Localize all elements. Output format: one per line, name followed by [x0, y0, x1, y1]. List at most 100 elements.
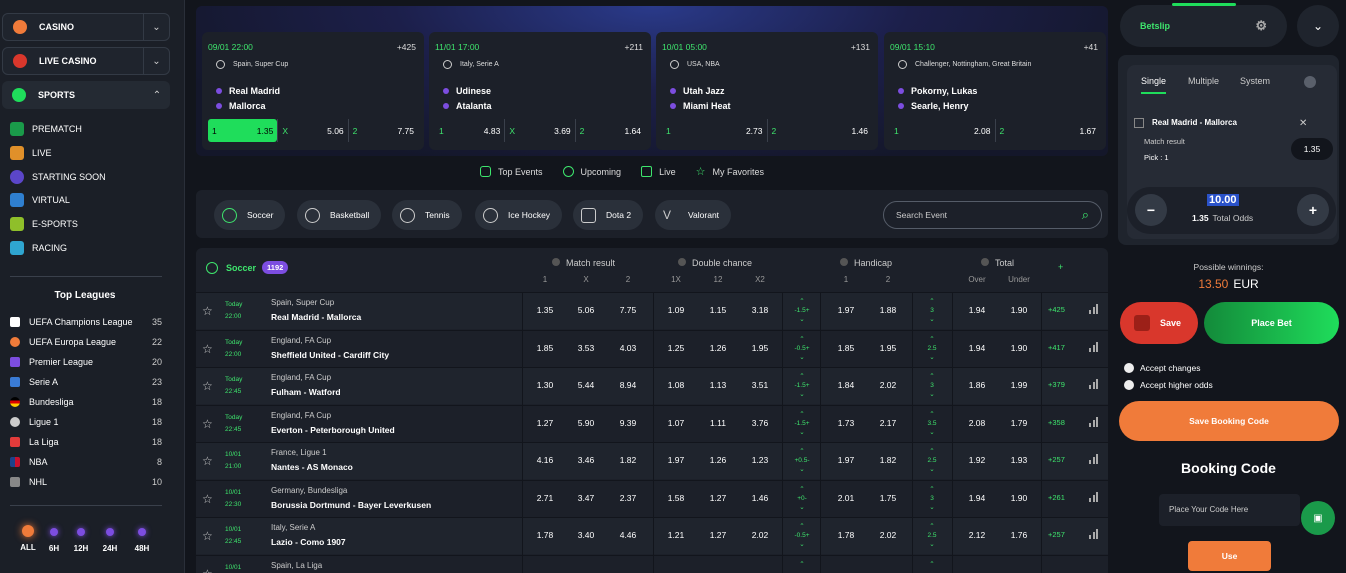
tab-live[interactable]: Live — [641, 165, 676, 178]
sport-valorant[interactable]: V Valorant — [655, 200, 732, 230]
odd-cell[interactable]: 1.92 — [962, 455, 992, 465]
odd-cell[interactable]: 4.03 — [613, 343, 643, 353]
more-markets[interactable]: +257 — [1048, 455, 1065, 464]
time-filter-24h[interactable]: 24H — [97, 528, 123, 553]
odd-cell[interactable]: 3.76 — [745, 418, 775, 428]
star-icon[interactable]: ☆ — [202, 380, 214, 392]
odd-cell[interactable]: 1.78 — [831, 530, 861, 540]
odd-cell[interactable]: 1.76 — [1004, 530, 1034, 540]
time-filter-48h[interactable]: 48H — [129, 528, 155, 553]
star-icon[interactable]: ☆ — [202, 305, 214, 317]
chevron-up-icon[interactable]: ⌃ — [144, 82, 170, 108]
league-item[interactable]: Bundesliga 18 — [10, 397, 162, 407]
odd-cell[interactable]: 4.46 — [613, 530, 643, 540]
star-icon[interactable]: ☆ — [202, 530, 214, 542]
league-item[interactable]: NBA 8 — [10, 457, 162, 467]
nav-casino[interactable]: CASINO ⌄ — [2, 13, 170, 41]
table-row[interactable]: ☆ Today 22:00 Spain, Super Cup Real Madrid -… — [196, 292, 1108, 329]
odd-cell[interactable]: 5.06 — [571, 305, 601, 315]
odd-cell[interactable]: 7.75 — [613, 305, 643, 315]
league-item[interactable]: Ligue 1 18 — [10, 417, 162, 427]
nav-sports[interactable]: SPORTS ⌃ — [2, 81, 170, 109]
odd-cell[interactable]: 1.35 — [530, 305, 560, 315]
sidebar-item-live[interactable]: LIVE — [10, 146, 52, 160]
odd-cell[interactable]: 1.94 — [962, 343, 992, 353]
gear-icon[interactable]: ⚙ — [1255, 18, 1267, 34]
use-button[interactable]: Use — [1188, 541, 1271, 571]
odd-cell[interactable]: 1.25 — [661, 343, 691, 353]
table-row[interactable]: ☆ Today 22:45 England, FA Cup Fulham - Watfo… — [196, 367, 1108, 404]
odd-cell[interactable]: 5.90 — [571, 418, 601, 428]
tab-upcoming[interactable]: Upcoming — [562, 165, 621, 178]
more-markets[interactable]: +261 — [1048, 493, 1065, 502]
odd-cell[interactable]: 2.02 — [873, 530, 903, 540]
tab-system[interactable]: System — [1240, 76, 1270, 86]
odd-button[interactable]: 2 1.67 — [994, 119, 1101, 142]
odd-cell[interactable]: 1.07 — [661, 418, 691, 428]
time-filter-6h[interactable]: 6H — [41, 528, 67, 553]
odd-cell[interactable]: 2.37 — [613, 493, 643, 503]
odd-cell[interactable]: 5.44 — [571, 380, 601, 390]
more-markets[interactable]: +425 — [1048, 305, 1065, 314]
handicap-line[interactable]: ⌃ -1.5+ ⌄ — [792, 372, 812, 399]
event-teams[interactable]: Everton - Peterborough United — [271, 425, 395, 435]
odd-cell[interactable]: 2.02 — [873, 380, 903, 390]
sport-tennis[interactable]: Tennis — [392, 200, 462, 230]
odd-button[interactable]: 2 1.46 — [766, 119, 873, 142]
star-icon[interactable]: ☆ — [202, 455, 214, 467]
handicap-line[interactable]: ⌃ +0- ⌄ — [792, 485, 812, 512]
odd-button[interactable]: 1 2.08 — [890, 119, 995, 142]
odd-cell[interactable]: 1.86 — [962, 380, 992, 390]
odd-cell[interactable]: 1.79 — [1004, 418, 1034, 428]
close-icon[interactable]: ✕ — [1299, 118, 1307, 129]
odd-cell[interactable]: 1.58 — [661, 493, 691, 503]
search-icon[interactable]: ⌕ — [1082, 207, 1089, 223]
odd-cell[interactable]: 1.21 — [661, 530, 691, 540]
odd-cell[interactable]: 2.02 — [745, 530, 775, 540]
total-line[interactable]: ⌃ 2.5 ⌄ — [922, 335, 942, 362]
odd-button[interactable]: 1 2.73 — [662, 119, 767, 142]
booking-code-input[interactable]: Place Your Code Here — [1159, 494, 1300, 526]
accept-higher-odds-radio[interactable]: Accept higher odds — [1124, 380, 1213, 390]
odd-cell[interactable]: 1.90 — [1004, 343, 1034, 353]
odd-cell[interactable]: 1.94 — [962, 493, 992, 503]
time-filter-12h[interactable]: 12H — [68, 528, 94, 553]
odd-cell[interactable]: 2.12 — [962, 530, 992, 540]
chevron-down-icon[interactable]: ⌄ — [1297, 5, 1339, 47]
odd-cell[interactable]: 1.99 — [1004, 380, 1034, 390]
search-input[interactable]: Search Event ⌕ — [883, 201, 1102, 229]
odd-cell[interactable]: 1.94 — [962, 305, 992, 315]
odd-cell[interactable]: 1.90 — [1004, 493, 1034, 503]
sport-basketball[interactable]: Basketball — [297, 200, 382, 230]
place-bet-button[interactable]: Place Bet — [1204, 302, 1339, 344]
odd-cell[interactable]: 1.93 — [1004, 455, 1034, 465]
odd-cell[interactable]: 3.47 — [571, 493, 601, 503]
odd-cell[interactable]: 1.30 — [530, 380, 560, 390]
odd-button[interactable]: 1 4.83 — [435, 119, 504, 142]
odd-cell[interactable]: 1.27 — [703, 530, 733, 540]
increase-stake-button[interactable]: + — [1297, 194, 1329, 226]
odd-cell[interactable]: 2.08 — [962, 418, 992, 428]
handicap-line[interactable]: ⌃ -0.5+ ⌄ — [792, 335, 812, 362]
sidebar-item-prematch[interactable]: PREMATCH — [10, 122, 82, 136]
odd-cell[interactable]: 1.95 — [873, 343, 903, 353]
chevron-down-icon[interactable]: ⌄ — [143, 48, 169, 74]
odd-button[interactable]: X 5.06 — [277, 119, 347, 142]
total-line[interactable]: ⌃ 3.5 ⌄ — [922, 410, 942, 437]
table-row[interactable]: ☆ 10/01 22:45 Italy, Serie A Lazio - Como 19… — [196, 517, 1108, 554]
event-teams[interactable]: Real Madrid - Mallorca — [271, 312, 361, 322]
sidebar-item-starting-soon[interactable]: STARTING SOON — [10, 170, 106, 184]
odd-button[interactable]: X 3.69 — [504, 119, 574, 142]
odd-cell[interactable]: 1.09 — [661, 305, 691, 315]
tab-single[interactable]: Single — [1141, 76, 1167, 94]
tab-top-events[interactable]: Top Events — [480, 165, 543, 178]
featured-card[interactable]: 11/01 17:00 +211 Italy, Serie A Udinese … — [429, 32, 651, 150]
odd-cell[interactable]: 8.94 — [613, 380, 643, 390]
more-markets[interactable]: +425 — [397, 42, 416, 52]
odd-cell[interactable]: 1.27 — [703, 493, 733, 503]
sidebar-item-racing[interactable]: RACING — [10, 241, 67, 255]
odd-cell[interactable]: 1.23 — [745, 455, 775, 465]
nav-live-casino[interactable]: LIVE CASINO ⌄ — [2, 47, 170, 75]
odd-cell[interactable]: 1.95 — [745, 343, 775, 353]
event-teams[interactable]: Fulham - Watford — [271, 387, 341, 397]
